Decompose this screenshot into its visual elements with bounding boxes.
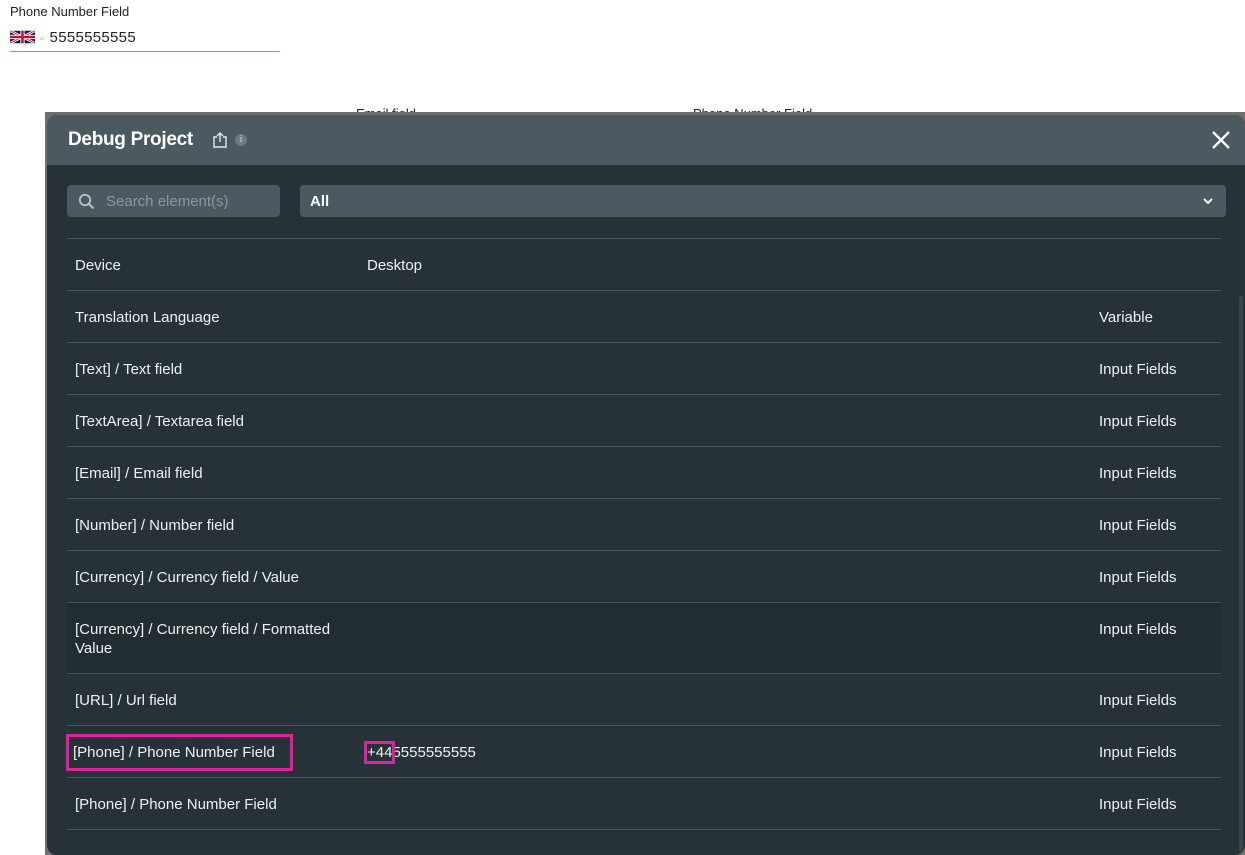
row-name: Device (75, 257, 121, 274)
row-type: Input Fields (1099, 796, 1177, 813)
row-name: [Phone] / Phone Number Field (75, 796, 277, 813)
table-row-annotated[interactable]: [Phone] / Phone Number Field +4455555555… (66, 726, 1221, 778)
row-type: Input Fields (1099, 692, 1177, 709)
table-row[interactable]: [TextArea] / Textarea field Input Fields (67, 395, 1221, 447)
row-type: Input Fields (1099, 361, 1177, 378)
table-row[interactable]: Translation Language Variable (67, 291, 1221, 343)
toolbar: All (47, 165, 1245, 217)
phone-input[interactable]: ⌄ 5555555555 (9, 26, 280, 52)
annotation-highlight-prefix: +44 (363, 741, 396, 764)
filter-select-value: All (310, 192, 330, 210)
modal-header: Debug Project i (47, 115, 1245, 165)
close-button[interactable] (1209, 128, 1233, 152)
filter-select[interactable]: All (300, 185, 1226, 217)
row-name: [Email] / Email field (75, 465, 203, 482)
row-name: [URL] / Url field (75, 692, 177, 709)
table-row[interactable]: [Currency] / Currency field / Value Inpu… (67, 551, 1221, 603)
close-icon (1212, 131, 1230, 149)
table-row[interactable]: [Number] / Number field Input Fields (67, 499, 1221, 551)
row-name: [Number] / Number field (75, 517, 235, 534)
phone-number-field: Phone Number Field ⌄ 5555555555 (9, 4, 280, 52)
phone-field-label: Phone Number Field (10, 4, 130, 19)
row-value-number: 5555555555 (392, 744, 476, 761)
info-icon[interactable]: i (234, 134, 247, 146)
row-name: [Currency] / Currency field / Value (75, 569, 299, 586)
row-value: Desktop (367, 257, 423, 274)
row-name: [TextArea] / Textarea field (75, 413, 244, 430)
modal-title: Debug Project (68, 129, 193, 150)
row-name: [Text] / Text field (75, 361, 183, 378)
table-row[interactable]: [Phone] / Phone Number Field Input Field… (67, 778, 1221, 830)
row-type: Input Fields (1099, 465, 1177, 482)
row-name: Translation Language (75, 309, 220, 326)
table-row[interactable]: Device Desktop (67, 239, 1221, 291)
row-name: [Currency] / Currency field / Formatted … (75, 621, 331, 657)
table-row-hovered[interactable]: [Currency] / Currency field / Formatted … (67, 603, 1221, 674)
debug-project-modal: Debug Project i All (47, 115, 1245, 855)
table-row[interactable]: [Text] / Text field Input Fields (67, 343, 1221, 395)
phone-input-value[interactable]: 5555555555 (50, 29, 136, 46)
table-row[interactable]: [URL] / Url field Input Fields (67, 674, 1221, 726)
row-type: Variable (1099, 309, 1153, 326)
search-icon (78, 193, 95, 209)
table-row[interactable]: [Email] / Email field Input Fields (67, 447, 1221, 499)
export-icon[interactable] (211, 131, 229, 149)
country-dropdown-chevron-icon[interactable]: ⌄ (38, 32, 46, 43)
row-type: Input Fields (1099, 569, 1177, 586)
annotation-highlight-name: [Phone] / Phone Number Field (66, 734, 293, 771)
chevron-down-icon (1203, 198, 1213, 205)
uk-flag-icon[interactable] (9, 29, 36, 45)
row-type: Input Fields (1099, 744, 1177, 761)
search-box[interactable] (67, 185, 280, 217)
row-type: Input Fields (1099, 413, 1177, 430)
row-type: Input Fields (1099, 621, 1177, 638)
search-input[interactable] (104, 191, 268, 211)
debug-table: Device Desktop Translation Language Vari… (66, 238, 1221, 830)
row-value: +445555555555 (363, 741, 1099, 764)
row-type: Input Fields (1099, 517, 1177, 534)
scrollbar[interactable] (1239, 296, 1243, 852)
row-name-cell: [Phone] / Phone Number Field (66, 734, 367, 771)
